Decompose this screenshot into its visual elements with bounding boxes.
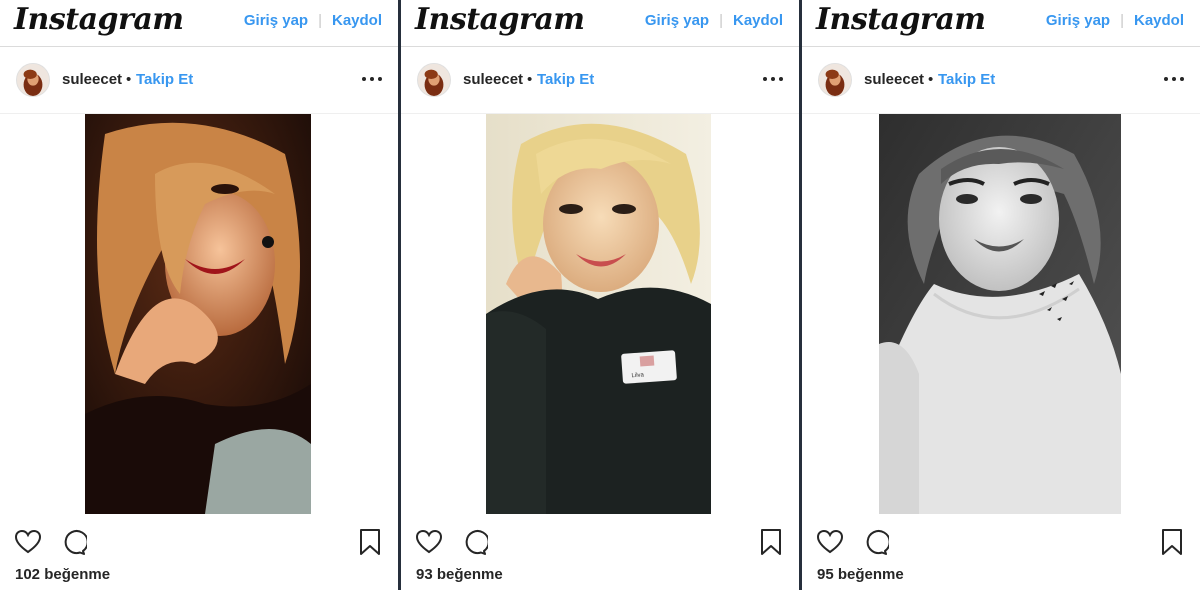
auth-separator: | (1120, 12, 1124, 29)
post-screen-3: Instagram Giriş yap | Kaydol suleecet • … (802, 0, 1200, 590)
username[interactable]: suleecet (62, 71, 122, 88)
more-options-icon[interactable] (1164, 69, 1184, 89)
bookmark-icon[interactable] (759, 528, 783, 556)
post-photo[interactable]: Lilva (486, 114, 711, 514)
avatar[interactable] (417, 63, 451, 97)
auth-links: Giriş yap | Kaydol (244, 12, 382, 29)
comment-icon[interactable] (862, 529, 889, 556)
post-header: suleecet • Takip Et (401, 47, 799, 114)
top-navigation-bar: Instagram Giriş yap | Kaydol (0, 0, 398, 47)
likes-count[interactable]: 93 beğenme (416, 566, 503, 583)
post-photo[interactable] (85, 114, 311, 514)
top-navigation-bar: Instagram Giriş yap | Kaydol (401, 0, 799, 47)
auth-separator: | (719, 12, 723, 29)
more-options-icon[interactable] (362, 69, 382, 89)
instagram-logo[interactable]: Instagram (14, 2, 184, 37)
auth-links: Giriş yap | Kaydol (1046, 12, 1184, 29)
login-link[interactable]: Giriş yap (1046, 12, 1110, 29)
bookmark-icon[interactable] (358, 528, 382, 556)
name-badge-text: Lilva (631, 372, 644, 379)
heart-icon[interactable] (415, 528, 443, 556)
heart-icon[interactable] (816, 528, 844, 556)
post-screen-2: Instagram Giriş yap | Kaydol suleecet • … (401, 0, 799, 590)
post-header: suleecet • Takip Et (802, 47, 1200, 114)
post-photo[interactable] (879, 114, 1121, 514)
signup-link[interactable]: Kaydol (1134, 12, 1184, 29)
login-link[interactable]: Giriş yap (645, 12, 709, 29)
avatar[interactable] (818, 63, 852, 97)
auth-separator: | (318, 12, 322, 29)
separator-dot: • (928, 71, 934, 88)
heart-icon[interactable] (14, 528, 42, 556)
comment-icon[interactable] (461, 529, 488, 556)
avatar[interactable] (16, 63, 50, 97)
separator-dot: • (527, 71, 533, 88)
instagram-logo[interactable]: Instagram (415, 2, 585, 37)
follow-button[interactable]: Takip Et (136, 71, 193, 88)
instagram-logo[interactable]: Instagram (816, 2, 986, 37)
post-header: suleecet • Takip Et (0, 47, 398, 114)
more-options-icon[interactable] (763, 69, 783, 89)
login-link[interactable]: Giriş yap (244, 12, 308, 29)
post-screen-1: Instagram Giriş yap | Kaydol suleecet • … (0, 0, 398, 590)
auth-links: Giriş yap | Kaydol (645, 12, 783, 29)
bookmark-icon[interactable] (1160, 528, 1184, 556)
username[interactable]: suleecet (864, 71, 924, 88)
follow-button[interactable]: Takip Et (537, 71, 594, 88)
likes-count[interactable]: 95 beğenme (817, 566, 904, 583)
username[interactable]: suleecet (463, 71, 523, 88)
likes-count[interactable]: 102 beğenme (15, 566, 110, 583)
comment-icon[interactable] (60, 529, 87, 556)
top-navigation-bar: Instagram Giriş yap | Kaydol (802, 0, 1200, 47)
follow-button[interactable]: Takip Et (938, 71, 995, 88)
separator-dot: • (126, 71, 132, 88)
signup-link[interactable]: Kaydol (332, 12, 382, 29)
signup-link[interactable]: Kaydol (733, 12, 783, 29)
